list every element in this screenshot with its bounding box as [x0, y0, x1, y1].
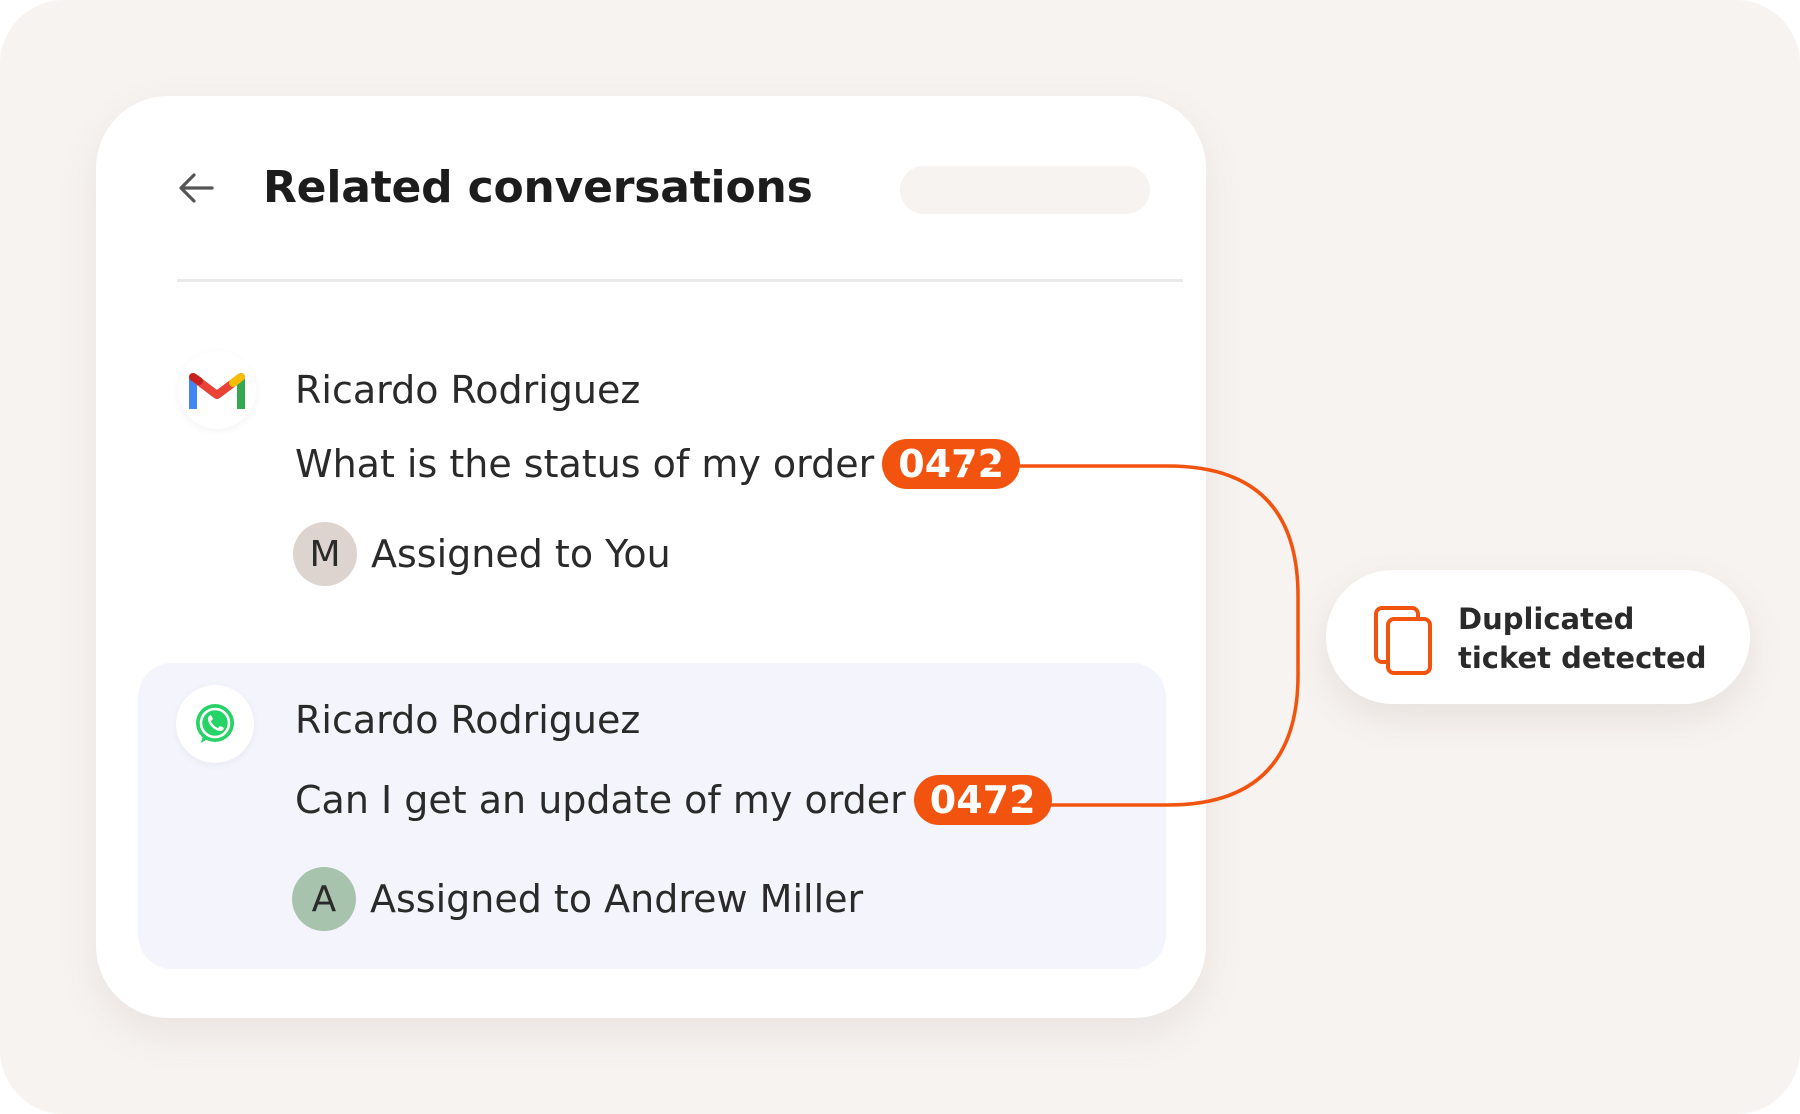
conversation-item-whatsapp[interactable]: Ricardo Rodriguez Can I get an update of…	[138, 663, 1166, 969]
assignment: M Assigned to You	[293, 522, 671, 586]
copy-icon	[1374, 606, 1432, 675]
arrow-left-icon[interactable]	[174, 166, 218, 210]
sender-name: Ricardo Rodriguez	[295, 368, 641, 412]
assignment: A Assigned to Andrew Miller	[292, 867, 863, 931]
message-text: What is the status of my order	[295, 442, 875, 486]
assignment-label: Assigned to You	[371, 532, 671, 576]
page-title: Related conversations	[263, 162, 813, 213]
duplicate-ticket-notification[interactable]: Duplicated ticket detected	[1326, 570, 1750, 704]
avatar: M	[293, 522, 357, 586]
panel-header: Related conversations	[96, 96, 1206, 286]
message-preview: Can I get an update of my order 0472	[295, 775, 1052, 825]
gmail-icon	[178, 351, 256, 429]
conversation-item-gmail[interactable]: Ricardo Rodriguez What is the status of …	[96, 336, 1206, 636]
order-id-badge: 0472	[913, 775, 1052, 825]
notification-text: Duplicated ticket detected	[1458, 602, 1707, 675]
canvas-background: Related conversations Ricardo Rodriguez …	[0, 0, 1800, 1114]
header-divider	[177, 279, 1183, 282]
order-id-badge: 0472	[882, 439, 1021, 489]
assignment-label: Assigned to Andrew Miller	[370, 877, 864, 921]
message-preview: What is the status of my order 0472	[295, 439, 1021, 489]
avatar: A	[292, 867, 356, 931]
search-placeholder-pill[interactable]	[900, 166, 1150, 214]
message-text: Can I get an update of my order	[295, 778, 906, 822]
sender-name: Ricardo Rodriguez	[295, 698, 641, 742]
whatsapp-icon	[176, 685, 254, 763]
related-conversations-panel: Related conversations Ricardo Rodriguez …	[96, 96, 1206, 1018]
